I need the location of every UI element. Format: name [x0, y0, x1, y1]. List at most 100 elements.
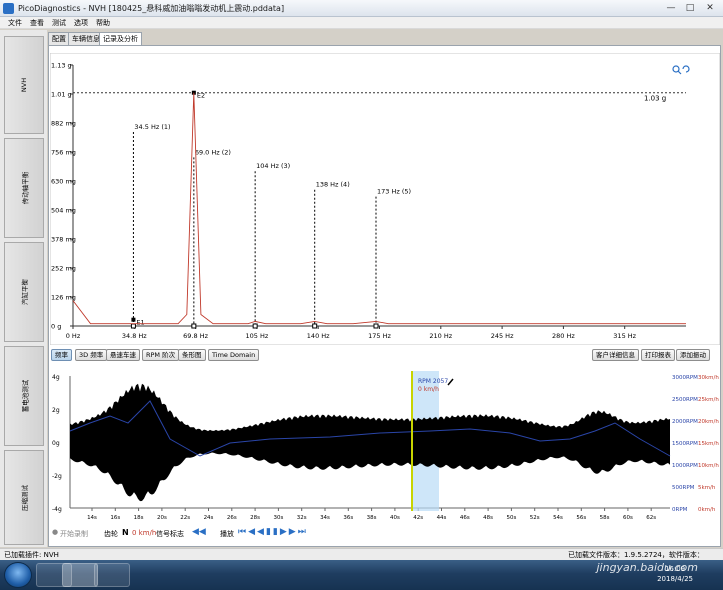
status-left: 已加载插件: NVH	[4, 551, 59, 559]
wave-x-label: 28s	[250, 515, 260, 521]
wave-x-label: 58s	[600, 515, 610, 521]
wave-x-label: 56s	[576, 515, 586, 521]
start-button[interactable]	[4, 562, 32, 588]
print-report-button[interactable]: 打印报表	[641, 349, 675, 361]
menu-view[interactable]: 查看	[30, 18, 44, 28]
event-label: E2	[197, 92, 205, 100]
minimize-button[interactable]: —	[664, 2, 678, 14]
close-button[interactable]: ✕	[703, 2, 717, 14]
y-tick-label: 1.13 g	[51, 62, 72, 70]
x-tick-label: 175 Hz	[368, 332, 391, 340]
cursor-rpm: RPM 2057	[418, 378, 448, 385]
maximize-button[interactable]: □	[683, 2, 697, 14]
tab-config[interactable]: 配置	[48, 32, 70, 45]
x-tick-label: 105 Hz	[246, 332, 269, 340]
playback-controls-icon[interactable]: ⏮◀◀▮▮▶▶⏭	[238, 527, 308, 537]
wave-x-label: 48s	[483, 515, 493, 521]
signal-label: 信号标志	[156, 530, 184, 538]
frequency-button[interactable]: 频率	[51, 349, 72, 361]
speed-axis-label: 5km/h	[698, 485, 716, 491]
y-tick-label: 252 mg	[51, 265, 76, 273]
rpm-axis-label: 3000RPM	[672, 375, 698, 381]
wave-x-label: 44s	[437, 515, 447, 521]
rpm-axis-label: 500RPM	[672, 485, 695, 491]
wave-y-label: -4g	[52, 506, 62, 513]
app-icon	[3, 3, 14, 14]
watermark: jingyan.baidu.com	[596, 561, 698, 574]
record-icon[interactable]: ●	[52, 528, 58, 536]
add-vibration-button[interactable]: 添加振动	[676, 349, 710, 361]
wave-x-label: 46s	[460, 515, 470, 521]
wave-x-label: 62s	[646, 515, 656, 521]
x-tick-label: 210 Hz	[429, 332, 452, 340]
sidebar-item-label: 蓄电池测试	[21, 379, 29, 413]
x-tick-label: 140 Hz	[307, 332, 330, 340]
marker-handle[interactable]	[191, 323, 197, 329]
harmonic-marker-label: 173 Hz (5)	[377, 188, 411, 196]
marker-handle[interactable]	[130, 323, 136, 329]
y-tick-label: 378 mg	[51, 236, 76, 244]
sidebar-item-battery[interactable]: 蓄电池测试	[4, 346, 44, 446]
x-tick-label: 34.8 Hz	[122, 332, 147, 340]
speed-value: 0 km/h	[132, 529, 157, 537]
speed-button[interactable]: 悬速车速	[106, 349, 140, 361]
y-tick-label: 504 mg	[51, 207, 76, 215]
wave-y-label: -2g	[52, 473, 62, 480]
sidebar-item-compression[interactable]: 压缩测试	[4, 450, 44, 545]
x-tick-label: 245 Hz	[491, 332, 514, 340]
event-label: E1	[136, 319, 144, 327]
x-tick-label: 315 Hz	[613, 332, 636, 340]
bar-chart-button[interactable]: 条形图	[178, 349, 206, 361]
sidebar-item-driveshaft[interactable]: 传动轴平衡	[4, 138, 44, 238]
harmonic-marker-label: 69.0 Hz (2)	[195, 148, 231, 156]
marker-handle[interactable]	[252, 323, 258, 329]
wave-x-label: 26s	[227, 515, 237, 521]
x-tick-label: 0 Hz	[66, 332, 81, 340]
wave-x-label: 34s	[320, 515, 330, 521]
sidebar-item-nvh[interactable]: NVH	[4, 36, 44, 134]
wave-x-label: 32s	[297, 515, 307, 521]
marker-handle[interactable]	[373, 323, 379, 329]
wave-x-label: 42s	[413, 515, 423, 521]
rpm-axis-label: 2500RPM	[672, 397, 698, 403]
title-bar: PicoDiagnostics - NVH [180425_悬科威加油嗡嗡发动机…	[0, 0, 723, 17]
sidebar-item-label: 汽缸平衡	[21, 279, 29, 305]
menu-help[interactable]: 帮助	[96, 18, 110, 28]
x-tick-label: 280 Hz	[552, 332, 575, 340]
speed-axis-label: 20km/h	[698, 419, 719, 425]
3d-frequency-button[interactable]: 3D 频率	[75, 349, 108, 361]
tab-record-analysis[interactable]: 记录及分析	[99, 32, 142, 46]
harmonic-marker-label: 34.5 Hz (1)	[134, 123, 170, 131]
harmonic-marker-label: 138 Hz (4)	[316, 181, 350, 189]
pico-app-icon[interactable]	[62, 563, 98, 587]
rpm-axis-label: 0RPM	[672, 507, 688, 513]
paint-icon[interactable]	[94, 563, 130, 587]
clock-date: 2018/4/25	[657, 575, 693, 583]
time-domain-button[interactable]: Time Domain	[208, 349, 260, 361]
playback-bar: ● 开始录制 齿轮 N 0 km/h 信号标志 ◀◀ 播放 ⏮◀◀▮▮▶▶⏭	[50, 526, 670, 540]
y-tick-label: 126 mg	[51, 294, 76, 302]
wave-x-label: 14s	[87, 515, 97, 521]
marker-handle[interactable]	[312, 323, 318, 329]
gear-label: 齿轮	[104, 530, 118, 538]
menu-file[interactable]: 文件	[8, 18, 22, 28]
wave-x-label: 30s	[273, 515, 283, 521]
rpm-order-button[interactable]: RPM 阶次	[142, 349, 180, 361]
spectrum-chart[interactable]: 1.13 g 1.01 g 882 mg 756 mg 630 mg 504 mg 378 …	[50, 53, 720, 345]
record-label[interactable]: 开始录制	[60, 529, 88, 539]
menu-options[interactable]: 选项	[74, 18, 88, 28]
customer-details-button[interactable]: 客户详细信息	[592, 349, 639, 361]
speed-axis-label: 30km/h	[698, 375, 719, 381]
waveform-chart[interactable]: 4g 2g 0g -2g -4g 3000RPM 2500RPM 2000RPM 1500RPM…	[50, 371, 720, 521]
status-bar: 已加载插件: NVH 已加载文件版本：1.9.5.2724，软件版本：1.9.5…	[0, 548, 723, 568]
speed-axis-label: 25km/h	[698, 397, 719, 403]
y-tick-label: 756 mg	[51, 149, 76, 157]
signal-prev-icon[interactable]: ◀◀	[192, 527, 206, 537]
wave-x-label: 36s	[343, 515, 353, 521]
play-label: 播放	[220, 530, 234, 538]
event-marker[interactable]	[131, 317, 136, 322]
y-tick-label: 630 mg	[51, 178, 76, 186]
menu-test[interactable]: 测试	[52, 18, 66, 28]
sidebar-item-cylinder[interactable]: 汽缸平衡	[4, 242, 44, 342]
wave-x-label: 54s	[553, 515, 563, 521]
